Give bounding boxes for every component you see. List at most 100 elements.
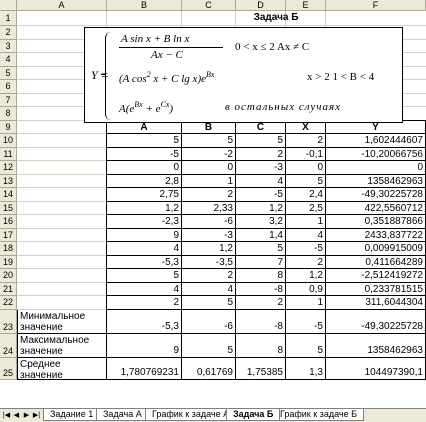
table-cell[interactable]: 0 bbox=[107, 161, 182, 175]
table-cell[interactable]: 5 bbox=[286, 174, 326, 188]
row-header-22[interactable]: 22 bbox=[0, 296, 17, 310]
max-value[interactable]: 5 bbox=[182, 333, 236, 358]
table-cell[interactable]: 2 bbox=[182, 188, 236, 202]
table-cell[interactable]: 4 bbox=[107, 242, 182, 256]
table-cell[interactable]: 4 bbox=[182, 282, 236, 296]
table-cell[interactable]: 2,5 bbox=[286, 201, 326, 215]
avg-value[interactable]: 1,75385 bbox=[236, 357, 286, 380]
table-cell[interactable]: 2,75 bbox=[107, 188, 182, 202]
row-header-17[interactable]: 17 bbox=[0, 228, 17, 242]
table-cell[interactable]: 311,6044304 bbox=[326, 296, 426, 310]
avg-value[interactable]: 104497390,1 bbox=[326, 357, 426, 380]
row-header-7[interactable]: 7 bbox=[0, 93, 17, 107]
table-cell[interactable]: 2 bbox=[107, 296, 182, 310]
row-header-18[interactable]: 18 bbox=[0, 242, 17, 256]
min-value[interactable]: -5 bbox=[286, 309, 326, 334]
row-header-23[interactable]: 23 bbox=[0, 309, 17, 334]
column-header-a[interactable]: A bbox=[17, 0, 107, 11]
table-cell[interactable]: 0,351887866 bbox=[326, 215, 426, 229]
table-cell[interactable]: 1358462963 bbox=[326, 174, 426, 188]
column-header-e[interactable]: E bbox=[286, 0, 326, 11]
row-header-2[interactable]: 2 bbox=[0, 26, 17, 40]
table-cell[interactable]: 0 bbox=[326, 161, 426, 175]
table-cell[interactable]: 5 bbox=[236, 242, 286, 256]
table-cell[interactable]: 0,411664289 bbox=[326, 255, 426, 269]
table-cell[interactable]: 1,2 bbox=[107, 201, 182, 215]
table-cell[interactable]: -5 bbox=[107, 147, 182, 161]
table-cell[interactable]: 2,33 bbox=[182, 201, 236, 215]
row-header-16[interactable]: 16 bbox=[0, 215, 17, 229]
row-header-9[interactable]: 9 bbox=[0, 120, 17, 134]
sheet-tab-1[interactable]: Задание 1 bbox=[43, 409, 101, 421]
row-header-24[interactable]: 24 bbox=[0, 333, 17, 358]
table-cell[interactable]: -0,1 bbox=[286, 147, 326, 161]
last-sheet-icon[interactable]: ▶| bbox=[32, 411, 41, 421]
row-header-15[interactable]: 15 bbox=[0, 201, 17, 215]
table-cell[interactable]: 5 bbox=[107, 134, 182, 148]
table-cell[interactable]: 2 bbox=[236, 296, 286, 310]
table-cell[interactable]: 2 bbox=[236, 147, 286, 161]
table-cell[interactable]: 0 bbox=[286, 161, 326, 175]
row-header-10[interactable]: 10 bbox=[0, 134, 17, 148]
table-cell[interactable]: 0,9 bbox=[286, 282, 326, 296]
table-cell[interactable]: 0 bbox=[182, 161, 236, 175]
row-header-19[interactable]: 19 bbox=[0, 255, 17, 269]
column-header-d[interactable]: D bbox=[236, 0, 286, 11]
table-cell[interactable]: 5 bbox=[107, 269, 182, 283]
avg-value[interactable]: 1,3 bbox=[286, 357, 326, 380]
table-cell[interactable]: -3,5 bbox=[182, 255, 236, 269]
min-value[interactable]: -49,30225728 bbox=[326, 309, 426, 334]
min-value[interactable]: -8 bbox=[236, 309, 286, 334]
sheet-tab-5[interactable]: График к задаче Б bbox=[273, 409, 364, 421]
table-cell[interactable]: 1,2 bbox=[286, 269, 326, 283]
next-sheet-icon[interactable]: ▶ bbox=[22, 411, 31, 421]
table-cell[interactable]: 1,602444607 bbox=[326, 134, 426, 148]
column-header-c[interactable]: C bbox=[182, 0, 236, 11]
table-cell[interactable]: -3 bbox=[236, 161, 286, 175]
table-cell[interactable]: -3 bbox=[182, 228, 236, 242]
table-cell[interactable]: -8 bbox=[236, 282, 286, 296]
table-cell[interactable]: 1,4 bbox=[236, 228, 286, 242]
table-cell[interactable]: 7 bbox=[236, 255, 286, 269]
row-header-5[interactable]: 5 bbox=[0, 66, 17, 80]
column-header-f[interactable]: F bbox=[326, 0, 426, 11]
row-header-11[interactable]: 11 bbox=[0, 147, 17, 161]
table-cell[interactable]: -10,20066756 bbox=[326, 147, 426, 161]
table-cell[interactable]: -6 bbox=[182, 215, 236, 229]
table-cell[interactable]: -5,3 bbox=[107, 255, 182, 269]
table-cell[interactable]: 2 bbox=[182, 269, 236, 283]
row-header-20[interactable]: 20 bbox=[0, 269, 17, 283]
table-cell[interactable]: 2 bbox=[286, 134, 326, 148]
table-cell[interactable]: 8 bbox=[236, 269, 286, 283]
table-cell[interactable]: 0,233781515 bbox=[326, 282, 426, 296]
sheet-tab-3[interactable]: График к задаче А bbox=[145, 409, 237, 421]
row-header-4[interactable]: 4 bbox=[0, 53, 17, 67]
row-header-3[interactable]: 3 bbox=[0, 39, 17, 53]
table-cell[interactable]: 5 bbox=[182, 134, 236, 148]
table-cell[interactable]: 2 bbox=[286, 255, 326, 269]
sheet-tab-2[interactable]: Задача А bbox=[96, 409, 149, 421]
row-header-14[interactable]: 14 bbox=[0, 188, 17, 202]
row-header-21[interactable]: 21 bbox=[0, 282, 17, 296]
max-value[interactable]: 9 bbox=[107, 333, 182, 358]
row-header-12[interactable]: 12 bbox=[0, 161, 17, 175]
max-value[interactable]: 8 bbox=[236, 333, 286, 358]
table-cell[interactable]: 5 bbox=[182, 296, 236, 310]
avg-value[interactable]: 0,61769 bbox=[182, 357, 236, 380]
select-all-corner[interactable] bbox=[0, 0, 17, 11]
row-header-1[interactable]: 1 bbox=[0, 11, 17, 26]
table-cell[interactable]: -5 bbox=[286, 242, 326, 256]
min-value[interactable]: -5,3 bbox=[107, 309, 182, 334]
table-cell[interactable]: -5 bbox=[236, 188, 286, 202]
table-cell[interactable]: 2,8 bbox=[107, 174, 182, 188]
table-cell[interactable]: 4 bbox=[107, 282, 182, 296]
table-cell[interactable]: -2,512419272 bbox=[326, 269, 426, 283]
table-cell[interactable]: 9 bbox=[107, 228, 182, 242]
avg-value[interactable]: 1,780769231 bbox=[107, 357, 182, 380]
table-cell[interactable]: -49,30225728 bbox=[326, 188, 426, 202]
table-cell[interactable]: -2 bbox=[182, 147, 236, 161]
table-cell[interactable]: 2433,837722 bbox=[326, 228, 426, 242]
table-cell[interactable]: 5 bbox=[236, 134, 286, 148]
sheet-tab-4[interactable]: Задача Б bbox=[226, 409, 281, 421]
table-cell[interactable]: 4 bbox=[236, 174, 286, 188]
